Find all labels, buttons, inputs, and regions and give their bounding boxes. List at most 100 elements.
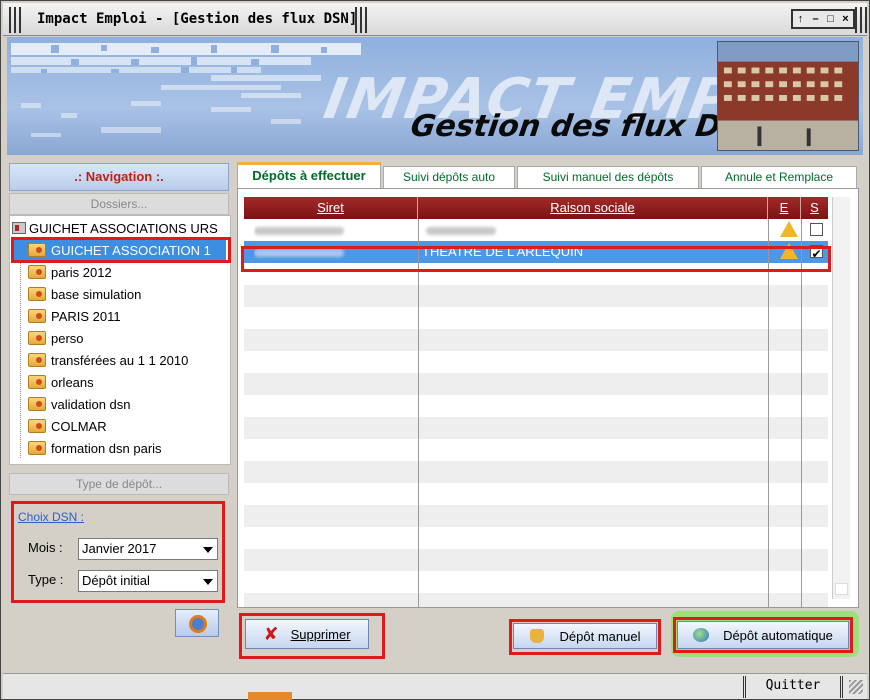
tree-item[interactable]: PARIS 2011 [28, 306, 121, 326]
tree-root-label: GUICHET ASSOCIATIONS URS [29, 220, 218, 236]
table-row-empty[interactable] [244, 527, 828, 549]
close-icon[interactable]: × [840, 13, 852, 25]
table-row-empty[interactable] [244, 593, 828, 607]
table-row-empty[interactable] [244, 263, 828, 285]
table-row-empty[interactable] [244, 571, 828, 593]
delete-x-icon: ✘ [263, 623, 279, 645]
send-checkbox[interactable] [809, 243, 823, 263]
table-row-empty[interactable] [244, 395, 828, 417]
status-bar: Quitter [3, 673, 867, 699]
tree-item[interactable]: paris 2012 [28, 262, 112, 282]
refresh-button[interactable] [175, 609, 219, 637]
table-row-empty[interactable] [244, 373, 828, 395]
column-e[interactable]: E [768, 197, 801, 219]
column-divider [418, 219, 419, 607]
dossiers-tree[interactable]: GUICHET ASSOCIATIONS URS GUICHET ASSOCIA… [9, 215, 231, 465]
tab-bar: Dépôts à effectuer Suivi dépôts auto Sui… [237, 162, 859, 189]
warning-icon [780, 221, 798, 237]
grid-header: Siret Raison sociale E S [244, 197, 828, 219]
tree-item[interactable]: orleans [28, 372, 94, 392]
table-row-empty[interactable] [244, 483, 828, 505]
folder-icon [28, 441, 46, 455]
cell-raison-sociale: THEATRE DE L ARLEQUIN [422, 241, 762, 263]
tree-item-label: PARIS 2011 [51, 308, 121, 324]
tree-item[interactable]: base simulation [28, 284, 141, 304]
dossiers-bar[interactable]: Dossiers... [9, 193, 229, 215]
redacted-siret [254, 226, 344, 235]
tree-item-label: orleans [51, 374, 94, 390]
tree-item[interactable]: perso [28, 328, 84, 348]
column-raison-sociale[interactable]: Raison sociale [418, 197, 768, 219]
tree-item-label: COLMAR [51, 418, 107, 434]
cell-e [774, 241, 804, 263]
tab-annule-remplace[interactable]: Annule et Remplace [701, 166, 857, 188]
table-row-empty[interactable] [244, 329, 828, 351]
maximize-icon[interactable]: □ [825, 13, 837, 25]
table-row-empty[interactable] [244, 351, 828, 373]
table-row[interactable]: THEATRE DE L ARLEQUIN [244, 241, 828, 263]
tab-suivi-depots-auto[interactable]: Suivi dépôts auto [383, 166, 515, 188]
tree-item[interactable]: transférées au 1 1 2010 [28, 350, 188, 370]
depot-automatique-button[interactable]: Dépôt automatique [677, 621, 849, 649]
mois-select[interactable]: Janvier 2017 [78, 538, 218, 560]
tree-item-label: base simulation [51, 286, 142, 302]
tab-suivi-manuel[interactable]: Suivi manuel des dépôts [517, 166, 699, 188]
folder-icon [28, 375, 46, 389]
cell-s [806, 241, 826, 263]
redacted-siret [254, 248, 344, 257]
tree-item-label: paris 2012 [51, 264, 112, 280]
table-row-empty[interactable] [244, 549, 828, 571]
send-checkbox[interactable] [809, 223, 823, 236]
table-row-empty[interactable] [244, 285, 828, 307]
column-divider [801, 219, 802, 607]
type-select[interactable]: Dépôt initial [78, 570, 218, 592]
resize-grip-icon[interactable] [849, 680, 863, 694]
type-value: Dépôt initial [82, 573, 150, 588]
table-row-empty[interactable] [244, 417, 828, 439]
table-row-empty[interactable] [244, 439, 828, 461]
column-siret[interactable]: Siret [244, 197, 418, 219]
table-row[interactable] [244, 219, 828, 241]
navigation-header: .: Navigation :. [9, 163, 229, 191]
minimize-icon[interactable]: – [810, 13, 822, 25]
chevron-down-icon[interactable] [203, 547, 213, 553]
tree-root[interactable]: GUICHET ASSOCIATIONS URS [12, 219, 218, 237]
quitter-button[interactable]: Quitter [743, 676, 843, 698]
type-depot-bar[interactable]: Type de dépôt... [9, 473, 229, 495]
title-grip-right-icon [855, 7, 867, 33]
scrollbar-thumb[interactable] [835, 583, 848, 595]
supprimer-button[interactable]: ✘ Supprimer [245, 619, 369, 649]
window-controls: ↑ – □ × [791, 9, 855, 29]
folder-icon [28, 419, 46, 433]
hand-icon [529, 629, 544, 643]
table-row-empty[interactable] [244, 505, 828, 527]
tree-item-selected[interactable]: GUICHET ASSOCIATION 1 [14, 240, 226, 260]
chevron-down-icon[interactable] [203, 579, 213, 585]
table-row-empty[interactable] [244, 461, 828, 483]
grid-scrollbar[interactable] [832, 197, 850, 599]
tree-item-label: perso [51, 330, 84, 346]
tree-item[interactable]: COLMAR [28, 416, 107, 436]
column-s[interactable]: S [801, 197, 828, 219]
redacted-raison [426, 226, 496, 235]
supprimer-label: Supprimer [290, 626, 351, 642]
organization-icon [12, 222, 26, 234]
cell-raison-sociale [422, 219, 762, 241]
tree-item[interactable]: validation dsn [28, 394, 131, 414]
folder-icon [28, 331, 46, 345]
table-row-empty[interactable] [244, 307, 828, 329]
globe-icon [693, 628, 710, 642]
type-label: Type : [28, 572, 64, 587]
folder-icon [28, 309, 46, 323]
choix-dsn-link[interactable]: Choix DSN : [18, 510, 84, 524]
depot-manuel-button[interactable]: Dépôt manuel [513, 623, 657, 649]
pin-icon[interactable]: ↑ [795, 13, 807, 25]
warning-icon [780, 243, 798, 259]
refresh-icon [189, 615, 207, 633]
tab-depots-a-effectuer[interactable]: Dépôts à effectuer [237, 162, 381, 189]
tree-item-label: validation dsn [51, 396, 131, 412]
title-bar[interactable]: Impact Emploi - [Gestion des flux DSN] ↑… [3, 3, 867, 36]
folder-icon [28, 265, 46, 279]
tree-item[interactable]: formation dsn paris [28, 438, 162, 458]
banner-pixel-pattern-icon [11, 43, 361, 137]
